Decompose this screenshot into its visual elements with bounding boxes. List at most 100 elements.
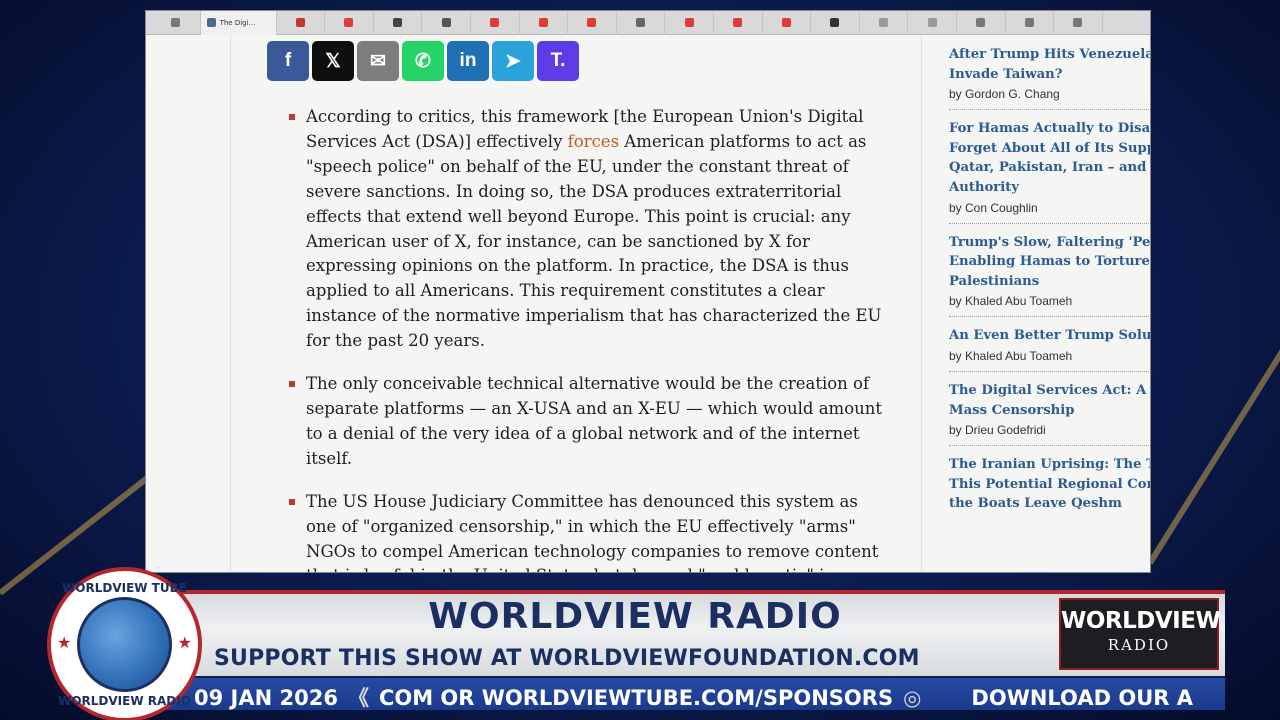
- bullet-text: The US House Judiciary Committee has den…: [306, 491, 879, 572]
- seal-top-text: WORLDVIEW TUBE: [62, 581, 187, 595]
- support-text: SUPPORT THIS SHOW AT WORLDVIEWFOUNDATION…: [214, 646, 920, 671]
- email-icon: ✉: [370, 50, 386, 72]
- related-article[interactable]: Trump's Slow, Faltering 'Peac Enabling H…: [949, 233, 1150, 318]
- tab-favicon-icon: [538, 18, 548, 27]
- tab-favicon-icon: [441, 18, 451, 27]
- left-divider: [230, 35, 231, 572]
- tab-7[interactable]: [471, 11, 520, 35]
- tab-11[interactable]: [665, 11, 714, 35]
- related-article-title[interactable]: Forget About All of Its Suppor: [949, 139, 1150, 159]
- ticker-separator-icon: 《: [347, 686, 369, 710]
- worldview-tube-seal: WORLDVIEW TUBE ★ ★ WORLDVIEW RADIO: [47, 567, 202, 720]
- related-article-title[interactable]: Palestinians: [949, 272, 1150, 292]
- gettr-share-button[interactable]: T.: [537, 41, 579, 81]
- list-item: The only conceivable technical alternati…: [289, 372, 889, 472]
- tab-10[interactable]: [617, 11, 666, 35]
- related-article[interactable]: For Hamas Actually to Disarm Forget Abou…: [949, 119, 1150, 224]
- show-title: WORLDVIEW RADIO: [428, 596, 842, 637]
- tab-favicon-icon: [927, 18, 937, 27]
- tab-favicon-icon: [393, 18, 403, 27]
- bullet-text: According to critics, this framework [th…: [306, 105, 889, 354]
- list-item: The US House Judiciary Committee has den…: [289, 490, 889, 572]
- tab-favicon-icon: [976, 18, 986, 27]
- tab-16[interactable]: [908, 11, 957, 35]
- tab-favicon-icon: [830, 18, 840, 27]
- tab-5[interactable]: [374, 11, 423, 35]
- ticker-download-text: DOWNLOAD OUR A: [971, 686, 1193, 710]
- gettr-icon: T.: [550, 50, 566, 71]
- related-article-title[interactable]: Trump's Slow, Faltering 'Peac: [949, 233, 1150, 253]
- related-article-title[interactable]: Qatar, Pakistan, Iran – and th: [949, 158, 1150, 178]
- related-article-title[interactable]: Authority: [949, 178, 1150, 198]
- tab-17[interactable]: [957, 11, 1006, 35]
- related-articles-sidebar: After Trump Hits Venezuela, Invade Taiwa…: [949, 45, 1150, 531]
- related-article-title[interactable]: An Even Better Trump Solutio: [949, 326, 1150, 346]
- related-article-title[interactable]: The Digital Services Act: A Me: [949, 381, 1150, 401]
- tab-18[interactable]: [1006, 11, 1055, 35]
- article-body: According to critics, this framework [th…: [289, 105, 889, 572]
- ticker-logo-icon: ◎: [903, 686, 922, 710]
- related-article-title[interactable]: Enabling Hamas to Torture a: [949, 252, 1150, 272]
- tab-favicon-icon: [879, 18, 889, 27]
- tab-3[interactable]: [277, 11, 326, 35]
- tab-1[interactable]: [152, 11, 201, 35]
- tab-favicon-icon: [344, 18, 354, 27]
- logo-main-text: WORLDVIEW: [1061, 608, 1221, 634]
- background-stripe-right: [1147, 340, 1280, 565]
- linkedin-share-button[interactable]: in: [447, 41, 489, 81]
- facebook-icon: f: [284, 50, 292, 71]
- tab-9[interactable]: [568, 11, 617, 35]
- tab-4[interactable]: [325, 11, 374, 35]
- related-article[interactable]: After Trump Hits Venezuela, Invade Taiwa…: [949, 45, 1150, 111]
- related-article-title[interactable]: the Boats Leave Qeshm: [949, 494, 1150, 514]
- tab-favicon-icon: [1024, 18, 1034, 27]
- telegram-share-button[interactable]: ➤: [492, 41, 534, 81]
- seal-bottom-text: WORLDVIEW RADIO: [58, 694, 191, 708]
- tab-favicon-icon: [636, 18, 646, 27]
- ticker-message: COM OR WORLDVIEWTUBE.COM/SPONSORS: [378, 686, 894, 710]
- facebook-share-button[interactable]: f: [267, 41, 309, 81]
- tab-bar: The Digi...: [146, 11, 1150, 35]
- worldview-radio-logo: WORLDVIEW RADIO: [1059, 598, 1221, 670]
- tab-title: The Digi...: [219, 18, 256, 27]
- tab-8[interactable]: [520, 11, 569, 35]
- globe-icon: [77, 597, 172, 692]
- x-share-button[interactable]: 𝕏: [312, 41, 354, 81]
- tab-favicon-icon: [684, 18, 694, 27]
- related-article[interactable]: An Even Better Trump Solutio by Khaled A…: [949, 326, 1150, 372]
- ticker-date: 09 JAN 2026: [194, 686, 338, 710]
- tab-6[interactable]: [422, 11, 471, 35]
- tab-favicon-icon: [587, 18, 597, 27]
- related-article-author: by Gordon G. Chang: [949, 87, 1060, 102]
- forces-link[interactable]: forces: [568, 132, 619, 151]
- tab-favicon-icon: [171, 18, 181, 27]
- tab-active[interactable]: The Digi...: [200, 11, 277, 35]
- related-article-author: by Con Coughlin: [949, 200, 1038, 215]
- list-item: According to critics, this framework [th…: [289, 105, 889, 354]
- tab-12[interactable]: [714, 11, 763, 35]
- related-article-author: by Khaled Abu Toameh: [949, 294, 1073, 309]
- related-article-title[interactable]: For Hamas Actually to Disarm: [949, 119, 1150, 139]
- related-article[interactable]: The Iranian Uprising: The Tim This Poten…: [949, 455, 1150, 522]
- tab-13[interactable]: [763, 11, 812, 35]
- whatsapp-share-button[interactable]: ✆: [402, 41, 444, 81]
- tab-15[interactable]: [860, 11, 909, 35]
- page-content: f 𝕏 ✉ ✆ in ➤ T. According to critics, th…: [146, 35, 1150, 572]
- bullet-text: The only conceivable technical alternati…: [306, 374, 883, 468]
- tab-favicon-icon: [1073, 18, 1083, 27]
- related-article-title[interactable]: Mass Censorship: [949, 401, 1150, 421]
- logo-sub-text: RADIO: [1107, 636, 1171, 654]
- related-article-title[interactable]: This Potential Regional Confl: [949, 475, 1150, 495]
- tab-19[interactable]: [1054, 11, 1103, 35]
- related-article-title[interactable]: After Trump Hits Venezuela,: [949, 45, 1150, 65]
- news-ticker: 09 JAN 2026 《 COM OR WORLDVIEWTUBE.COM/SPO…: [150, 676, 1225, 710]
- related-article-title[interactable]: Invade Taiwan?: [949, 65, 1150, 85]
- telegram-icon: ➤: [505, 50, 521, 72]
- star-icon: ★: [177, 633, 192, 652]
- related-article-title[interactable]: The Iranian Uprising: The Tim: [949, 455, 1150, 475]
- related-article[interactable]: The Digital Services Act: A Me Mass Cens…: [949, 381, 1150, 447]
- related-article-author: by Drieu Godefridi: [949, 423, 1046, 438]
- email-share-button[interactable]: ✉: [357, 41, 399, 81]
- tab-favicon-icon: [295, 18, 305, 27]
- tab-14[interactable]: [811, 11, 860, 35]
